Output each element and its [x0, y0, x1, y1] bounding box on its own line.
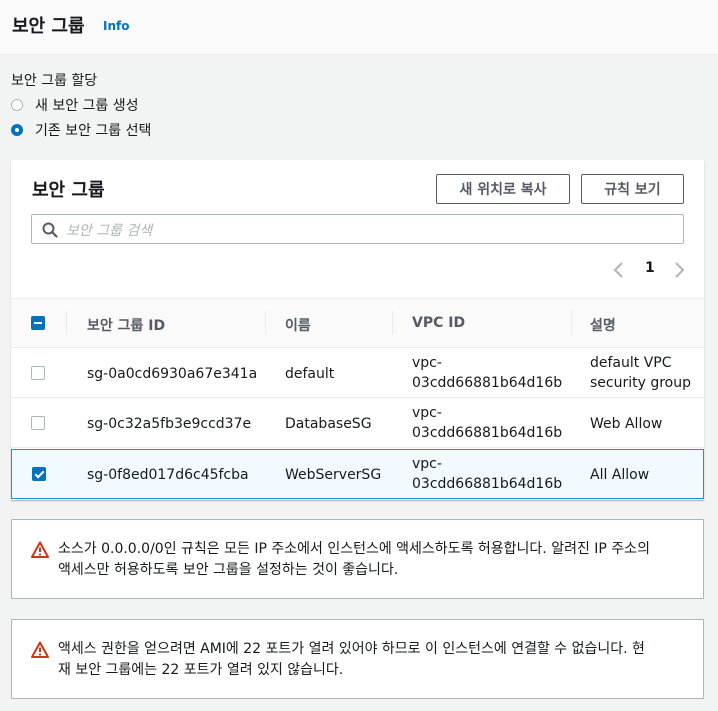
group-id-cell: sg-0c32a5fb3e9ccd37e: [87, 416, 252, 432]
column-divider: [66, 311, 67, 335]
warning-icon: [31, 641, 49, 658]
description-cell: All Allow: [590, 467, 650, 483]
radio-label: 기존 보안 그룹 선택: [35, 123, 152, 139]
alert-line: 액세스 권한을 얻으려면 AMI에 22 포트가 열려 있어야 하므로 이 인스…: [58, 641, 645, 657]
search-icon: [42, 222, 58, 238]
page-title: 보안 그룹: [12, 16, 85, 37]
vpc-id-cell-line1: vpc-: [412, 405, 442, 421]
group-id-cell: sg-0f8ed017d6c45fcba: [87, 467, 249, 483]
group-name-cell: WebServerSG: [285, 467, 382, 483]
column-header-description[interactable]: 설명: [590, 315, 616, 335]
warning-alert-open-ip: 소스가 0.0.0.0/0인 규칙은 모든 IP 주소에서 인스턴스에 액세스하…: [11, 519, 704, 599]
alert-message: 액세스 권한을 얻으려면 AMI에 22 포트가 열려 있어야 하므로 이 인스…: [58, 639, 688, 681]
radio-button-selected[interactable]: [11, 124, 23, 136]
column-divider: [571, 311, 572, 335]
vpc-id-cell-line1: vpc-: [412, 355, 442, 371]
select-all-checkbox[interactable]: [31, 316, 45, 330]
description-cell-line2: security group: [590, 375, 692, 391]
info-link[interactable]: Info: [103, 19, 129, 33]
vpc-id-cell-line2: 03cdd66881b64d16b: [412, 476, 563, 492]
page-header: 보안 그룹 Info: [0, 0, 718, 55]
alert-line: 소스가 0.0.0.0/0인 규칙은 모든 IP 주소에서 인스턴스에 액세스하…: [58, 541, 650, 557]
row-checkbox[interactable]: [31, 366, 45, 380]
alert-line: 액세스만 허용하도록 보안 그룹을 설정하는 것이 좋습니다.: [58, 562, 399, 578]
view-rules-button[interactable]: 규칙 보기: [581, 174, 684, 204]
radio-button[interactable]: [11, 99, 23, 111]
radio-select-existing[interactable]: 기존 보안 그룹 선택: [11, 120, 151, 140]
column-header-id[interactable]: 보안 그룹 ID: [87, 315, 165, 335]
description-cell: Web Allow: [590, 416, 663, 432]
group-name-cell: DatabaseSG: [285, 416, 372, 432]
vpc-id-cell-line2: 03cdd66881b64d16b: [412, 375, 563, 391]
column-header-vpc-id[interactable]: VPC ID: [412, 315, 465, 331]
group-name-cell: default: [285, 366, 335, 382]
chevron-left-icon[interactable]: [611, 260, 627, 280]
copy-to-new-button[interactable]: 새 위치로 복사: [436, 174, 570, 204]
row-checkbox-checked[interactable]: [32, 467, 46, 481]
vpc-id-cell-line1: vpc-: [412, 456, 442, 472]
alert-message: 소스가 0.0.0.0/0인 규칙은 모든 IP 주소에서 인스턴스에 액세스하…: [58, 539, 688, 581]
search-placeholder: 보안 그룹 검색: [66, 223, 153, 239]
column-header-name[interactable]: 이름: [285, 315, 311, 335]
security-group-panel: 보안 그룹 새 위치로 복사 규칙 보기 보안 그룹 검색 1 보안 그룹 ID…: [11, 160, 704, 500]
table-row[interactable]: sg-0c32a5fb3e9ccd37e DatabaseSG vpc- 03c…: [11, 398, 704, 448]
table-row-selected[interactable]: sg-0f8ed017d6c45fcba WebServerSG vpc- 03…: [11, 449, 704, 499]
radio-create-new[interactable]: 새 보안 그룹 생성: [11, 95, 139, 115]
group-id-cell: sg-0a0cd6930a67e341a: [87, 366, 258, 382]
alert-line: 재 보안 그룹에는 22 포트가 열려 있지 않습니다.: [58, 662, 344, 678]
panel-title: 보안 그룹: [32, 180, 105, 201]
warning-icon: [31, 541, 49, 558]
warning-alert-port-22: 액세스 권한을 얻으려면 AMI에 22 포트가 열려 있어야 하므로 이 인스…: [11, 619, 704, 699]
description-cell-line1: default VPC: [590, 355, 672, 371]
table-header: 보안 그룹 ID 이름 VPC ID 설명: [11, 298, 704, 348]
column-divider: [392, 311, 393, 335]
page-number[interactable]: 1: [645, 260, 655, 276]
search-input[interactable]: 보안 그룹 검색: [31, 214, 684, 244]
chevron-right-icon[interactable]: [671, 260, 687, 280]
table-row[interactable]: sg-0a0cd6930a67e341a default vpc- 03cdd6…: [11, 348, 704, 398]
radio-label: 새 보안 그룹 생성: [35, 98, 139, 114]
assignment-label: 보안 그룹 할당: [11, 73, 98, 89]
column-divider: [265, 311, 266, 335]
vpc-id-cell-line2: 03cdd66881b64d16b: [412, 425, 563, 441]
row-checkbox[interactable]: [31, 416, 45, 430]
